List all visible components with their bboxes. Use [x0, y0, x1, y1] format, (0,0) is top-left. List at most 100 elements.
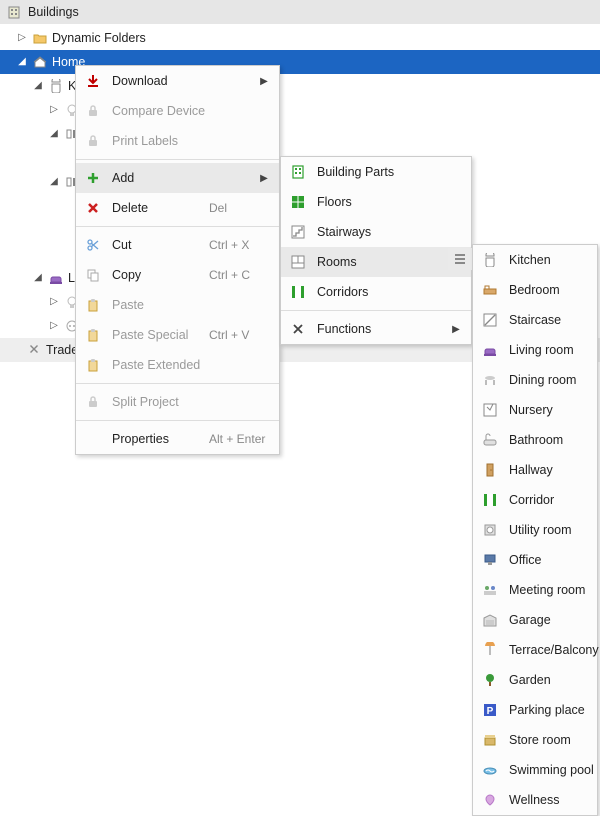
submenu-arrow-icon: ▶ [259, 76, 269, 87]
menu-item-label: Utility room [509, 523, 587, 537]
submenu-arrow-icon: ▶ [451, 324, 461, 335]
folder-icon [32, 30, 48, 46]
collapse-icon[interactable]: ◢ [48, 128, 60, 140]
menu-item-label: Print Labels [112, 134, 269, 148]
menu-item-label: Paste Extended [112, 358, 269, 372]
menu-item[interactable]: Corridor [473, 485, 597, 515]
menu-item-label: Dining room [509, 373, 587, 387]
menu-item[interactable]: Bedroom [473, 275, 597, 305]
menu-item: Paste Extended [76, 350, 279, 380]
corridor-icon [481, 491, 499, 509]
menu-item[interactable]: Functions▶ [281, 314, 471, 344]
menu-item-label: Bedroom [509, 283, 587, 297]
menu-item[interactable]: Hallway [473, 455, 597, 485]
menu-item[interactable]: Office [473, 545, 597, 575]
menu-item-label: Store room [509, 733, 587, 747]
menu-separator [76, 226, 279, 227]
floor-icon [289, 193, 307, 211]
header-bar: Buildings [0, 0, 600, 24]
menu-item-label: Garden [509, 673, 587, 687]
expand-icon[interactable]: ▷ [16, 32, 28, 44]
menu-item[interactable]: Meeting room [473, 575, 597, 605]
menu-item-label: Delete [112, 201, 199, 215]
menu-item[interactable]: Nursery [473, 395, 597, 425]
pool-icon [481, 761, 499, 779]
collapse-icon[interactable]: ◢ [16, 56, 28, 68]
collapse-icon[interactable]: ◢ [48, 176, 60, 188]
expand-icon[interactable]: ▷ [48, 296, 60, 308]
menu-item[interactable]: Store room [473, 725, 597, 755]
menu-item-label: Living room [509, 343, 587, 357]
menu-item-label: Stairways [317, 225, 461, 239]
nursery-icon [481, 401, 499, 419]
menu-item-label: Corridors [317, 285, 461, 299]
menu-item[interactable]: Garage [473, 605, 597, 635]
menu-item-label: Staircase [509, 313, 587, 327]
collapse-icon[interactable]: ◢ [32, 272, 44, 284]
menu-item: Paste [76, 290, 279, 320]
menu-item[interactable]: Building Parts [281, 157, 471, 187]
menu-item-label: Garage [509, 613, 587, 627]
expand-icon[interactable]: ▷ [48, 320, 60, 332]
tree-item-label: Dynamic Folders [52, 31, 146, 45]
menu-item[interactable]: Add▶ [76, 163, 279, 193]
menu-item[interactable]: Rooms [281, 247, 471, 277]
menu-item[interactable]: Staircase [473, 305, 597, 335]
menu-item-label: Bathroom [509, 433, 587, 447]
menu-item-label: Floors [317, 195, 461, 209]
scissors-icon [84, 236, 102, 254]
menu-item-label: Properties [112, 432, 199, 446]
menu-item[interactable]: Corridors [281, 277, 471, 307]
menu-item-label: Kitchen [509, 253, 587, 267]
parking-icon: P [481, 701, 499, 719]
menu-item[interactable]: Copy Ctrl + C [76, 260, 279, 290]
home-icon [32, 54, 48, 70]
building-icon [289, 163, 307, 181]
menu-item[interactable]: CutCtrl + X [76, 230, 279, 260]
svg-text:P: P [487, 706, 494, 717]
menu-item[interactable]: DeleteDel [76, 193, 279, 223]
meeting-icon [481, 581, 499, 599]
menu-item-label: Copy [112, 268, 199, 282]
trades-icon [26, 342, 42, 358]
menu-item[interactable]: Utility room [473, 515, 597, 545]
context-menu-main: Download▶Compare DevicePrint LabelsAdd▶D… [75, 65, 280, 455]
menu-item[interactable]: Terrace/Balcony [473, 635, 597, 665]
menu-item-label: Paste Special [112, 328, 199, 342]
building-icon [6, 4, 22, 20]
menu-item[interactable]: Living room [473, 335, 597, 365]
lock-icon [84, 102, 102, 120]
menu-item[interactable]: Wellness [473, 785, 597, 815]
menu-item-label: Wellness [509, 793, 587, 807]
clipboard-icon [84, 296, 102, 314]
utility-icon [481, 521, 499, 539]
menu-item[interactable]: Stairways [281, 217, 471, 247]
menu-item[interactable]: Swimming pool [473, 755, 597, 785]
menu-item[interactable]: Download▶ [76, 66, 279, 96]
download-icon [84, 72, 102, 90]
blank-icon [84, 430, 102, 448]
menu-shortcut: Ctrl + C [209, 268, 269, 282]
expand-icon[interactable]: ▷ [48, 104, 60, 116]
menu-item[interactable]: Kitchen [473, 245, 597, 275]
room-icon [289, 253, 307, 271]
x-icon [84, 199, 102, 217]
menu-item[interactable]: PParking place [473, 695, 597, 725]
menu-item[interactable]: Bathroom [473, 425, 597, 455]
menu-item[interactable]: PropertiesAlt + Enter [76, 424, 279, 454]
bed-icon [481, 281, 499, 299]
tree-item[interactable]: ▷ Dynamic Folders [0, 26, 600, 50]
hallway-icon [481, 461, 499, 479]
menu-item[interactable]: Floors [281, 187, 471, 217]
menu-item[interactable]: Garden [473, 665, 597, 695]
copy-icon [84, 266, 102, 284]
submenu-arrow-icon: ▶ [259, 173, 269, 184]
menu-item[interactable]: Dining room [473, 365, 597, 395]
menu-item-label: Office [509, 553, 587, 567]
menu-item-label: Compare Device [112, 104, 269, 118]
menu-item: Paste SpecialCtrl + V [76, 320, 279, 350]
menu-item-label: Nursery [509, 403, 587, 417]
menu-separator [281, 310, 471, 311]
collapse-icon[interactable]: ◢ [32, 80, 44, 92]
menu-item: Print Labels [76, 126, 279, 156]
